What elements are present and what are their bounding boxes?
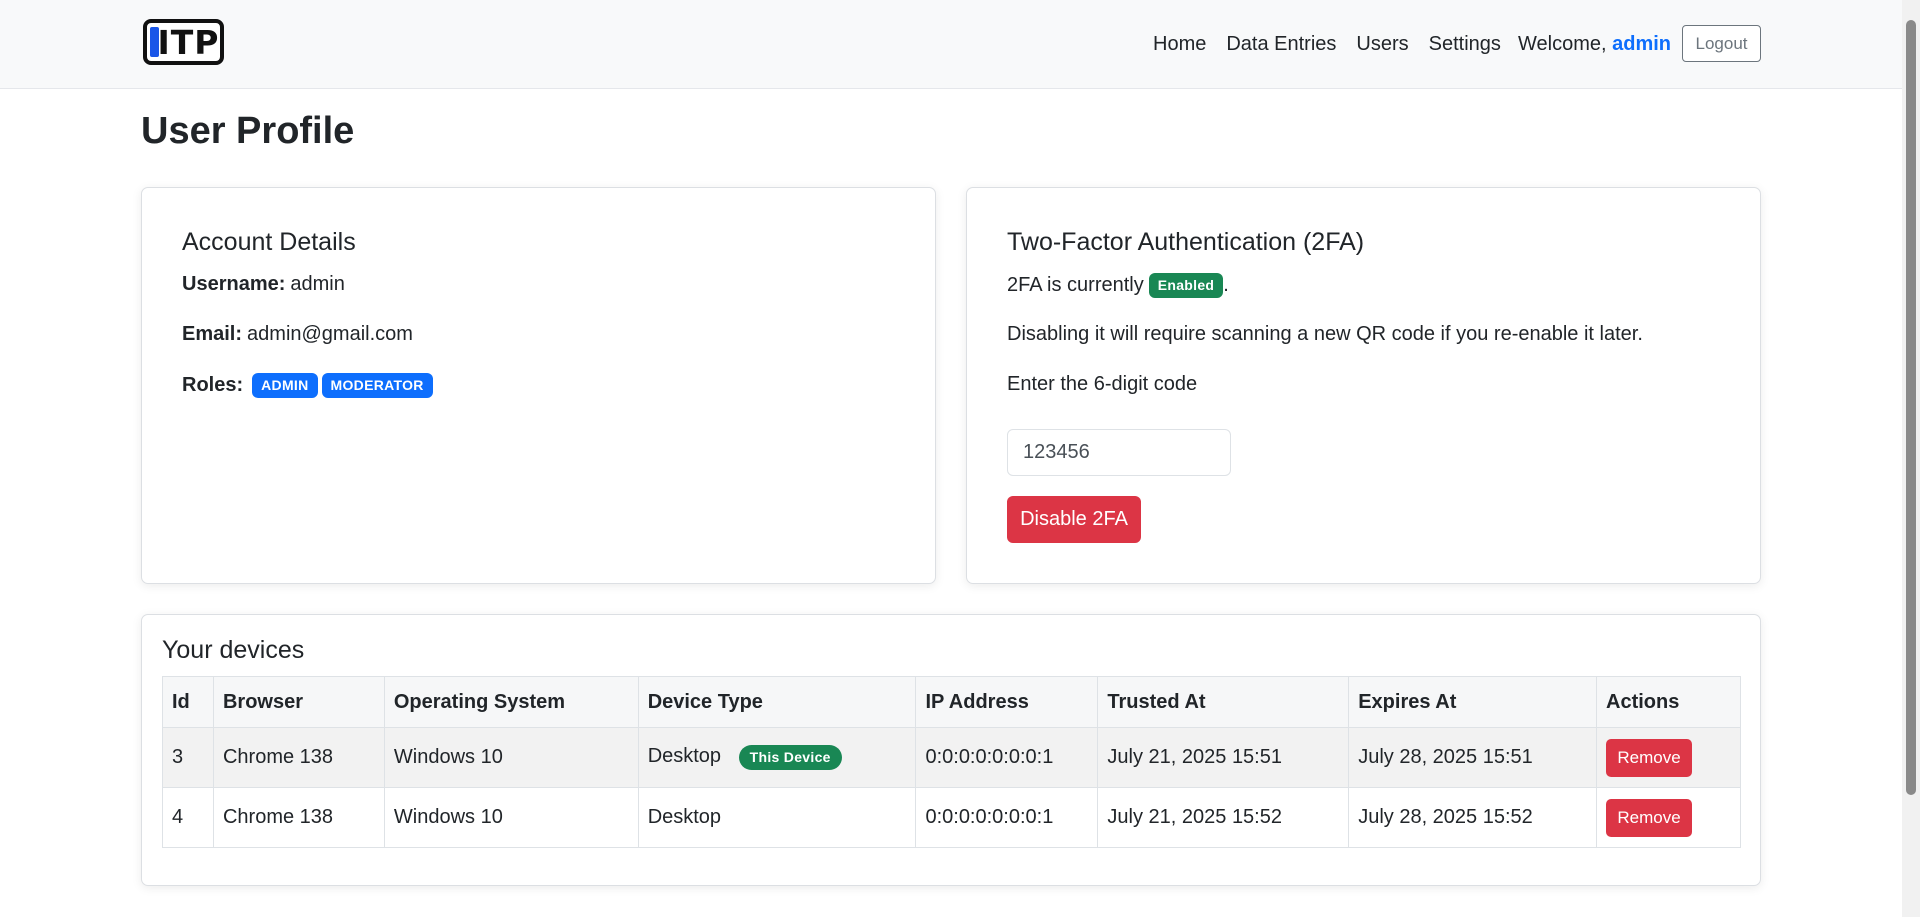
- device-type-text: Desktop: [647, 745, 722, 767]
- username-line: Username: admin: [182, 273, 345, 296]
- column-header-trusted-at: Trusted At: [1097, 676, 1350, 728]
- device-type-text: Desktop: [647, 806, 722, 828]
- cell-id: 4: [162, 787, 214, 848]
- twofa-title: Two-Factor Authentication (2FA): [1007, 228, 1365, 256]
- username-value: admin: [290, 273, 345, 295]
- logout-button[interactable]: Logout: [1682, 25, 1761, 62]
- scrollbar-thumb[interactable]: [1906, 20, 1916, 795]
- column-header-expires-at: Expires At: [1348, 676, 1597, 728]
- column-header-os: Operating System: [383, 676, 639, 728]
- cell-expires-at: July 28, 2025 15:51: [1348, 727, 1597, 788]
- nav-link-home[interactable]: Home: [1153, 33, 1206, 56]
- vertical-scrollbar[interactable]: [1902, 0, 1920, 917]
- nav-link-users[interactable]: Users: [1356, 33, 1408, 56]
- cell-browser: Chrome 138: [212, 727, 385, 788]
- this-device-badge: This Device: [738, 745, 842, 770]
- nav-link-data-entries[interactable]: Data Entries: [1226, 33, 1336, 56]
- logo[interactable]: ITP: [143, 19, 224, 65]
- cell-device-type: Desktop This Device: [637, 727, 917, 788]
- disable-2fa-button[interactable]: Disable 2FA: [1007, 496, 1141, 543]
- twofa-warning: Disabling it will require scanning a new…: [1007, 323, 1643, 345]
- welcome-message: Welcome, admin: [1518, 33, 1671, 56]
- page-title: User Profile: [141, 110, 355, 152]
- cell-actions: Remove: [1596, 727, 1741, 788]
- roles-line: Roles: ADMIN MODERATOR: [182, 373, 433, 398]
- table-row: 3 Chrome 138 Windows 10 Desktop This Dev…: [162, 727, 1741, 788]
- account-details-title: Account Details: [182, 228, 356, 256]
- email-label: Email:: [182, 323, 243, 345]
- email-value: admin@gmail.com: [247, 323, 413, 345]
- welcome-prefix: Welcome,: [1518, 33, 1607, 55]
- twofa-status-line: 2FA is currently Enabled .: [1007, 273, 1229, 298]
- logo-accent: [150, 27, 159, 57]
- welcome-username[interactable]: admin: [1612, 33, 1671, 55]
- cell-os: Windows 10: [383, 727, 639, 788]
- cell-trusted-at: July 21, 2025 15:52: [1097, 787, 1350, 848]
- column-header-device-type: Device Type: [637, 676, 917, 728]
- cell-id: 3: [162, 727, 214, 788]
- cell-os: Windows 10: [383, 787, 639, 848]
- navbar: ITP Home Data Entries Users Settings Wel…: [0, 0, 1902, 89]
- role-badge-admin: ADMIN: [252, 373, 318, 398]
- remove-device-button[interactable]: Remove: [1606, 738, 1692, 777]
- devices-title: Your devices: [162, 636, 305, 664]
- code-input[interactable]: [1007, 429, 1231, 476]
- username-label: Username:: [182, 273, 286, 295]
- remove-device-button[interactable]: Remove: [1606, 798, 1692, 837]
- cell-actions: Remove: [1596, 787, 1741, 848]
- column-header-id: Id: [162, 676, 214, 728]
- column-header-ip: IP Address: [915, 676, 1099, 728]
- cell-trusted-at: July 21, 2025 15:51: [1097, 727, 1350, 788]
- column-header-actions: Actions: [1596, 676, 1741, 728]
- cell-ip: 0:0:0:0:0:0:0:1: [915, 727, 1099, 788]
- cell-browser: Chrome 138: [212, 787, 385, 848]
- nav-link-settings[interactable]: Settings: [1429, 33, 1501, 56]
- twofa-status-badge: Enabled: [1148, 273, 1224, 298]
- nav-links: Home Data Entries Users Settings: [1153, 33, 1521, 56]
- devices-card: Your devices Id Browser Operating System…: [141, 614, 1761, 886]
- twofa-card: Two-Factor Authentication (2FA) 2FA is c…: [966, 187, 1761, 584]
- cell-device-type: Desktop: [637, 787, 917, 848]
- column-header-browser: Browser: [212, 676, 385, 728]
- role-badge-moderator: MODERATOR: [321, 373, 433, 398]
- cell-ip: 0:0:0:0:0:0:0:1: [915, 787, 1099, 848]
- code-label: Enter the 6-digit code: [1007, 373, 1198, 395]
- email-line: Email: admin@gmail.com: [182, 323, 413, 346]
- table-row: 4 Chrome 138 Windows 10 Desktop 0:0:0:0:…: [162, 787, 1741, 848]
- devices-table: Id Browser Operating System Device Type …: [162, 676, 1741, 848]
- table-header-row: Id Browser Operating System Device Type …: [162, 676, 1741, 728]
- twofa-status-prefix: 2FA is currently: [1007, 274, 1144, 296]
- twofa-status-suffix: .: [1223, 274, 1229, 296]
- cell-expires-at: July 28, 2025 15:52: [1348, 787, 1597, 848]
- roles-label: Roles:: [182, 374, 244, 396]
- logo-text: ITP: [157, 22, 220, 62]
- account-details-card: Account Details Username: admin Email: a…: [141, 187, 936, 584]
